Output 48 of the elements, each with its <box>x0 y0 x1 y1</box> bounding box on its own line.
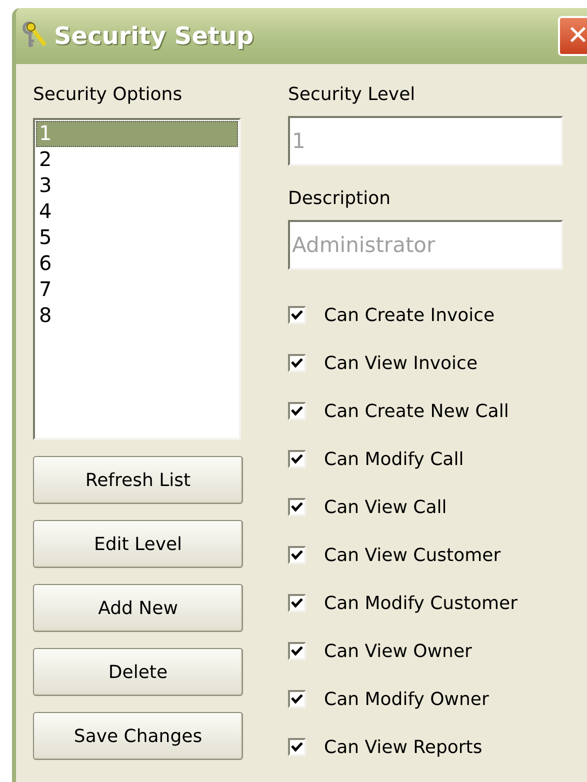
close-button[interactable]: ✕ <box>558 16 587 56</box>
checkbox[interactable] <box>288 402 306 420</box>
list-item[interactable]: 7 <box>36 277 238 303</box>
field-label: Description <box>288 187 392 211</box>
checkbox-label: Can Modify Owner <box>324 688 489 712</box>
checkbox[interactable] <box>288 642 306 660</box>
list-item[interactable]: 2 <box>36 147 238 173</box>
checkbox[interactable] <box>288 450 306 468</box>
list-item[interactable]: 6 <box>36 251 238 277</box>
checkbox-label: Can View Call <box>324 496 447 520</box>
checkbox-label: Can View Invoice <box>324 352 478 376</box>
check-icon <box>291 357 303 369</box>
checkbox[interactable] <box>288 498 306 516</box>
check-icon <box>291 405 303 417</box>
action-button[interactable]: Delete <box>33 648 243 696</box>
check-icon <box>291 597 303 609</box>
action-button[interactable]: Edit Level <box>33 520 243 568</box>
list-item[interactable]: 5 <box>36 225 238 251</box>
check-icon <box>291 453 303 465</box>
check-icon <box>291 693 303 705</box>
checkbox-label: Can Modify Customer <box>324 592 518 616</box>
checkbox-label: Can View Customer <box>324 544 501 568</box>
list-item[interactable]: 3 <box>36 173 238 199</box>
checkbox[interactable] <box>288 354 306 372</box>
checkbox-label: Can View Owner <box>324 640 472 664</box>
check-icon <box>291 645 303 657</box>
action-button[interactable]: Save Changes <box>33 712 243 760</box>
checkbox[interactable] <box>288 690 306 708</box>
check-icon <box>291 549 303 561</box>
checkbox[interactable] <box>288 738 306 756</box>
field-label: Security Level <box>288 83 416 107</box>
checkbox-label: Can Modify Call <box>324 448 464 472</box>
check-icon <box>291 309 303 321</box>
options-label: Security Options <box>33 83 184 107</box>
check-icon <box>291 501 303 513</box>
checkbox[interactable] <box>288 306 306 324</box>
checkbox[interactable] <box>288 594 306 612</box>
checkbox-label: Can Create Invoice <box>324 304 495 328</box>
list-item[interactable]: 8 <box>36 303 238 329</box>
security-options-list[interactable]: 1 2 3 4 5 6 7 8 <box>33 118 241 440</box>
checkbox-label: Can View Reports <box>324 736 482 760</box>
checkbox-label: Can Create New Call <box>324 400 509 424</box>
action-button[interactable]: Refresh List <box>33 456 243 504</box>
list-item[interactable]: 4 <box>36 199 238 225</box>
window-title: Security Setup <box>54 21 254 52</box>
action-button[interactable]: Add New <box>33 584 243 632</box>
check-icon <box>291 741 303 753</box>
checkbox[interactable] <box>288 546 306 564</box>
